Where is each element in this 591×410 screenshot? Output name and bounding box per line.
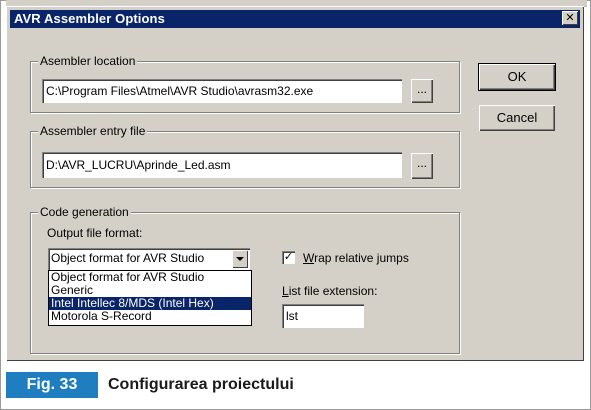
figure-caption: Fig. 33 Configurarea proiectului xyxy=(0,372,591,398)
close-button[interactable]: ✕ xyxy=(562,11,578,25)
assembler-entry-browse-button[interactable]: ... xyxy=(411,153,433,179)
ok-button[interactable]: OK xyxy=(478,63,556,91)
wrap-relative-jumps-label[interactable]: Wrap relative jumps xyxy=(303,251,409,265)
wrap-mnemonic: W xyxy=(303,251,315,265)
assembler-location-browse-button[interactable]: ... xyxy=(411,79,433,103)
dialog-title: AVR Assembler Options xyxy=(14,11,165,26)
output-format-dropdown-list: Object format for AVR Studio Generic Int… xyxy=(48,270,252,326)
output-format-select[interactable]: Object format for AVR Studio xyxy=(48,248,250,270)
output-format-selected: Object format for AVR Studio xyxy=(51,251,205,265)
assembler-options-dialog: AVR Assembler Options ✕ Asembler locatio… xyxy=(6,6,584,361)
assembler-entry-label: Assembler entry file xyxy=(38,124,148,138)
figure-number-tag: Fig. 33 xyxy=(6,372,98,398)
list-label-text: ist file extension: xyxy=(288,284,378,298)
format-option-motorola[interactable]: Motorola S-Record xyxy=(49,310,251,323)
list-extension-label: List file extension: xyxy=(282,284,377,298)
assembler-location-field[interactable]: C:\Program Files\Atmel\AVR Studio\avrasm… xyxy=(42,79,402,103)
title-bar: AVR Assembler Options ✕ xyxy=(10,10,580,28)
list-mnemonic: L xyxy=(282,284,289,298)
code-generation-label: Code generation xyxy=(38,205,131,219)
dropdown-arrow-icon[interactable] xyxy=(232,250,248,268)
assembler-entry-field[interactable]: D:\AVR_LUCRU\Aprinde_Led.asm xyxy=(42,152,402,178)
figure-caption-text: Configurarea proiectului xyxy=(108,376,294,393)
cancel-button[interactable]: Cancel xyxy=(479,105,555,131)
wrap-relative-jumps-checkbox[interactable]: ✓ xyxy=(282,251,295,264)
wrap-label-text: rap relative jumps xyxy=(314,251,409,265)
list-extension-field[interactable]: lst xyxy=(282,304,364,328)
assembler-location-label: Asembler location xyxy=(38,54,138,68)
output-format-label: Output file format: xyxy=(47,226,143,240)
